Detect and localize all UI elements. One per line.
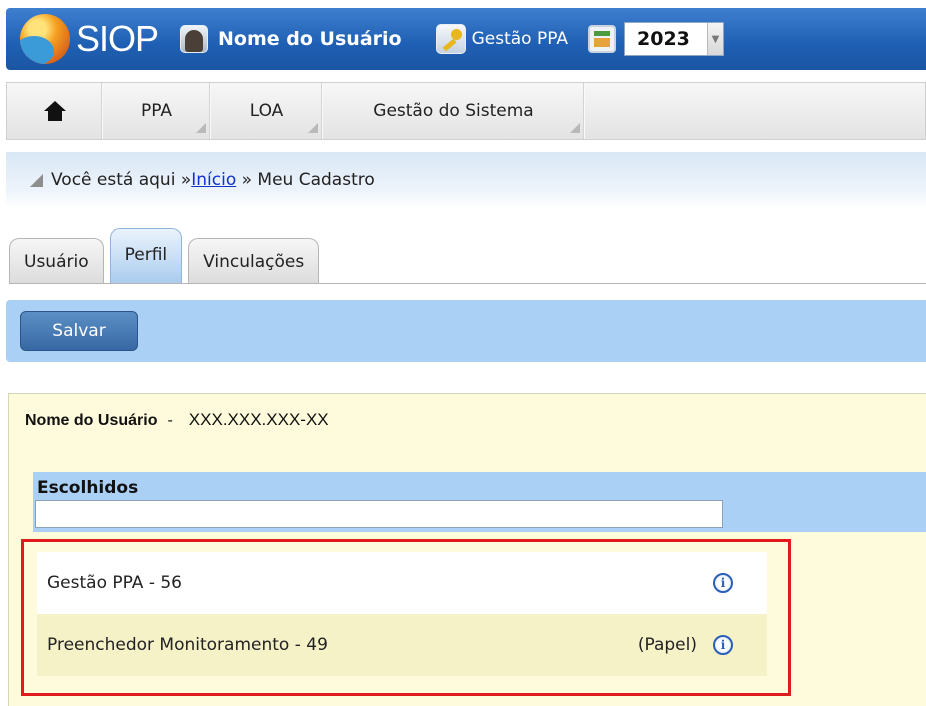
- breadcrumb-link-inicio[interactable]: Início: [191, 170, 236, 190]
- main-menu: PPA LOA Gestão do Sistema: [6, 82, 926, 140]
- logo-text: SIOP: [76, 18, 159, 59]
- year-select[interactable]: 2023 ▼: [624, 22, 724, 56]
- list-item[interactable]: Gestão PPA - 56 i: [37, 552, 767, 614]
- menu-corner-icon: [570, 123, 580, 133]
- home-icon: [43, 101, 66, 121]
- info-icon[interactable]: i: [713, 573, 733, 593]
- breadcrumb-current: » Meu Cadastro: [236, 170, 375, 190]
- tab-vinculacoes[interactable]: Vinculações: [188, 238, 320, 284]
- action-bar: Salvar: [6, 300, 926, 362]
- siop-logo[interactable]: SIOP: [20, 14, 159, 64]
- menu-item-ppa[interactable]: PPA: [103, 83, 211, 139]
- menu-item-home[interactable]: [7, 83, 103, 139]
- menu-item-loa[interactable]: LOA: [211, 83, 323, 139]
- chosen-title: Escolhidos: [37, 478, 139, 498]
- year-value: 2023: [637, 28, 690, 50]
- tab-divider: [9, 283, 926, 284]
- module-label[interactable]: Gestão PPA: [472, 29, 568, 49]
- user-icon[interactable]: [180, 25, 209, 53]
- profile-entry-label: Gestão PPA - 56: [47, 573, 182, 593]
- tab-bar: Usuário Perfil Vinculações: [9, 228, 325, 284]
- breadcrumb: Você está aqui » Início » Meu Cadastro: [6, 152, 926, 208]
- separator: -: [167, 412, 173, 429]
- chosen-section-header: Escolhidos: [33, 472, 926, 532]
- menu-item-label: Gestão do Sistema: [373, 101, 534, 121]
- chevron-down-icon[interactable]: ▼: [707, 23, 723, 55]
- breadcrumb-prefix: Você está aqui »: [51, 170, 192, 190]
- info-icon[interactable]: i: [713, 635, 733, 655]
- menu-item-gestao-sistema[interactable]: Gestão do Sistema: [323, 83, 585, 139]
- menu-item-label: PPA: [140, 101, 173, 121]
- highlight-box: Gestão PPA - 56 i Preenchedor Monitorame…: [21, 539, 791, 696]
- key-icon[interactable]: [435, 24, 466, 54]
- menu-corner-icon: [308, 123, 318, 133]
- profile-user-name: Nome do Usuário: [25, 412, 158, 429]
- tab-perfil[interactable]: Perfil: [109, 228, 183, 284]
- user-info-line: Nome do Usuário - XXX.XXX.XXX-XX: [25, 410, 329, 430]
- menu-corner-icon: [196, 123, 206, 133]
- profile-entry-label: Preenchedor Monitoramento - 49: [47, 635, 328, 655]
- top-header-bar: SIOP Nome do Usuário Gestão PPA 2023 ▼: [6, 8, 926, 70]
- user-name[interactable]: Nome do Usuário: [218, 28, 402, 50]
- breadcrumb-corner-icon: [30, 173, 43, 187]
- calendar-icon: [588, 25, 616, 53]
- profile-entry-role: (Papel): [637, 635, 697, 655]
- list-item[interactable]: Preenchedor Monitoramento - 49 (Papel) i: [37, 614, 767, 676]
- profile-panel: Nome do Usuário - XXX.XXX.XXX-XX Escolhido…: [8, 393, 926, 706]
- chosen-filter-input[interactable]: [35, 500, 723, 528]
- user-cpf: XXX.XXX.XXX-XX: [188, 410, 329, 429]
- tab-usuario[interactable]: Usuário: [9, 238, 104, 284]
- menu-item-label: LOA: [249, 101, 284, 121]
- save-button[interactable]: Salvar: [20, 311, 138, 351]
- siop-logo-icon: [20, 14, 70, 64]
